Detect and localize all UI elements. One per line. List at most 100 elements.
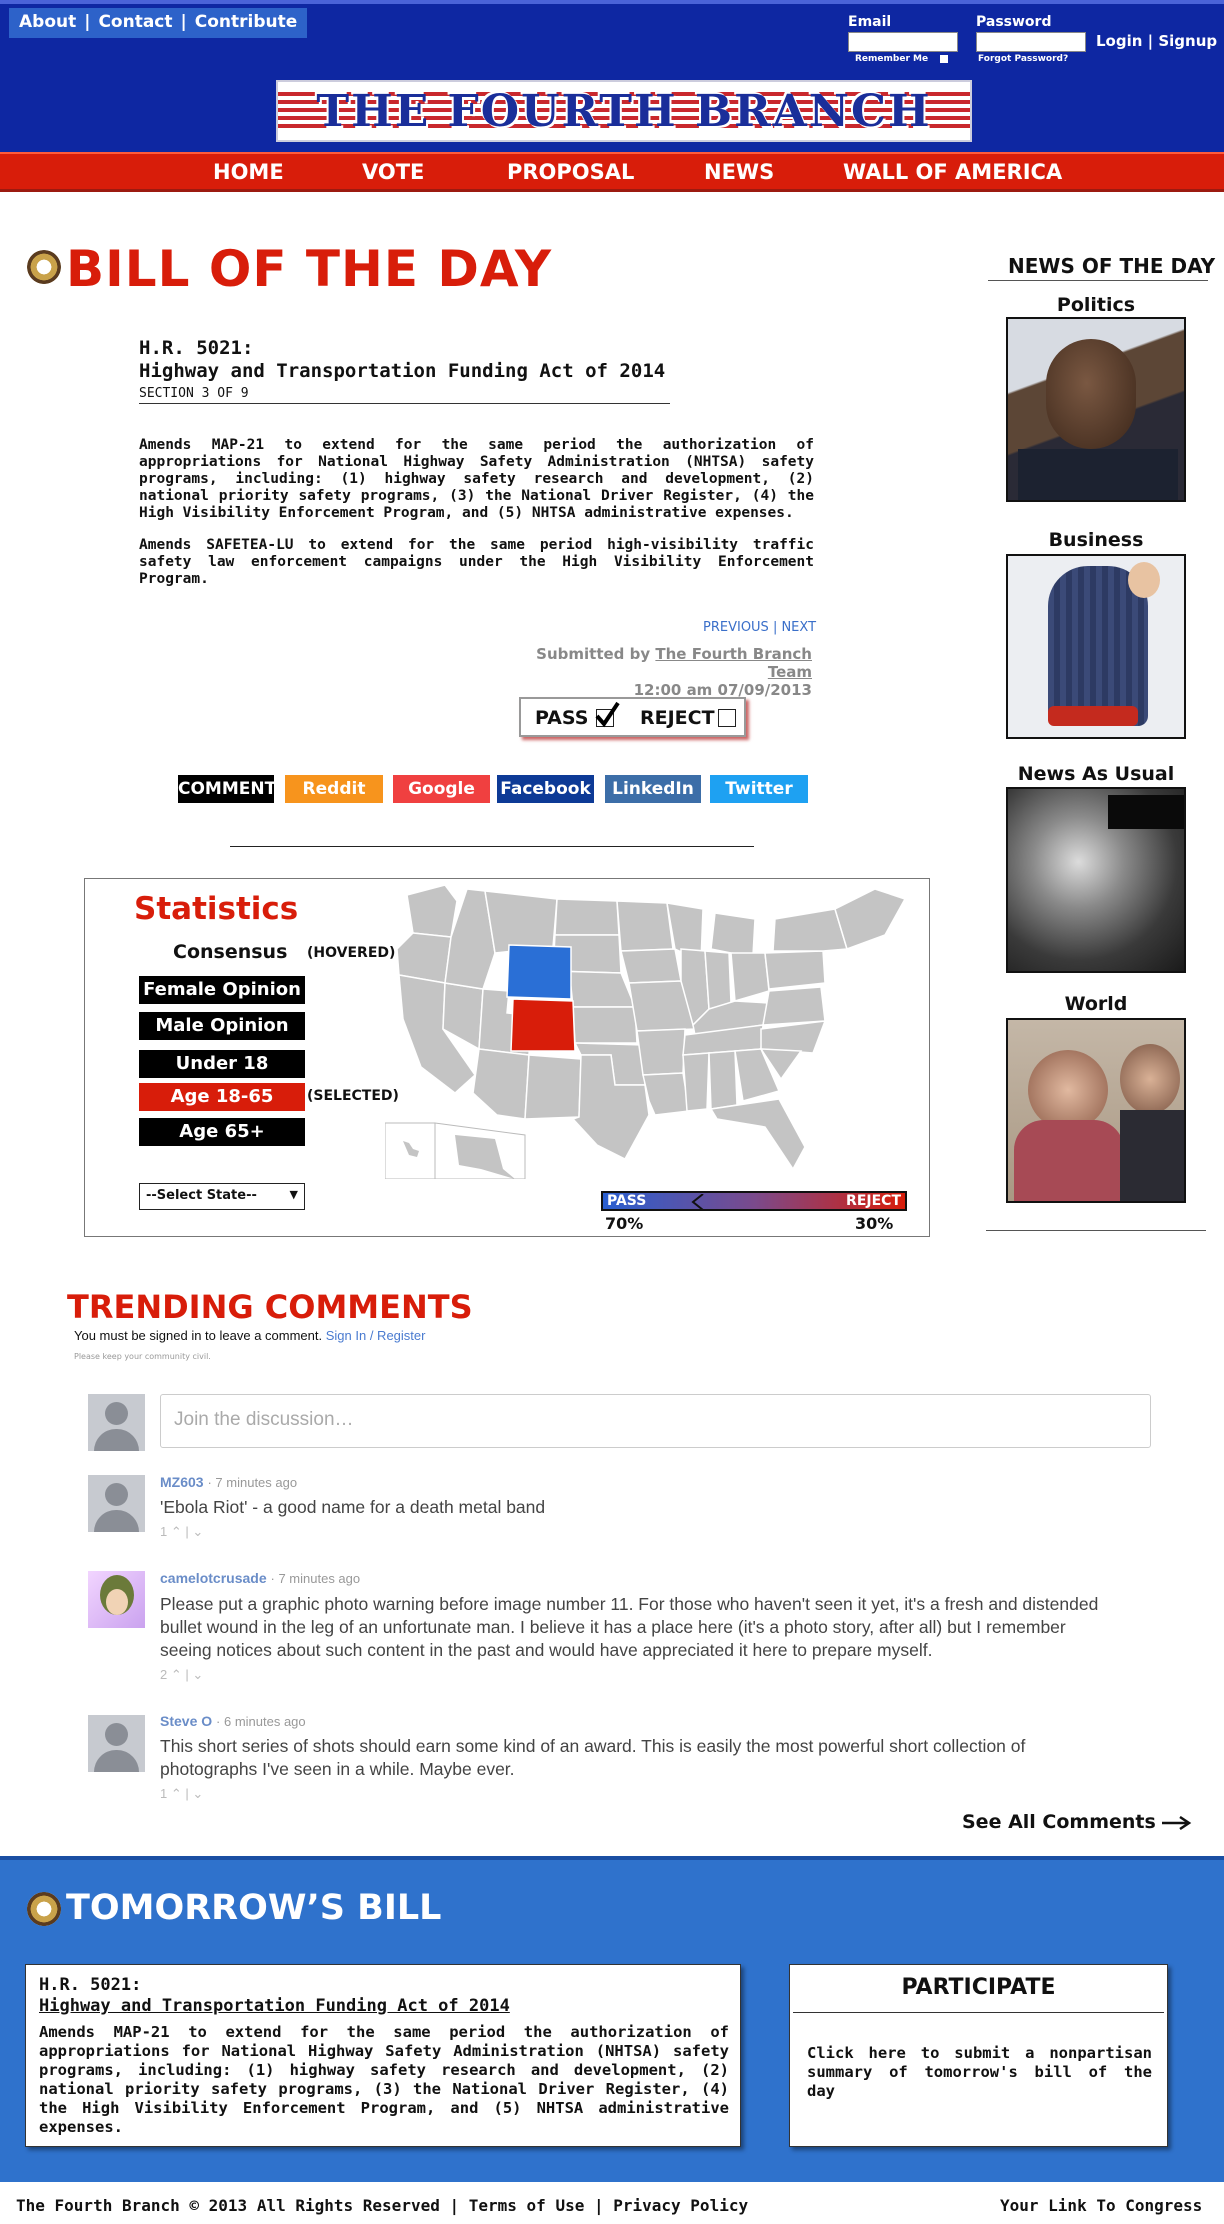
- nav-vote[interactable]: VOTE: [362, 160, 424, 184]
- email-field[interactable]: [848, 32, 958, 52]
- category-business[interactable]: Business: [1006, 529, 1186, 551]
- business-image[interactable]: [1006, 554, 1186, 739]
- login-signup-link[interactable]: Login | Signup: [1096, 32, 1217, 50]
- participate-card[interactable]: PARTICIPATE Click here to submit a nonpa…: [789, 1964, 1168, 2147]
- hovered-tag: (HOVERED): [307, 945, 396, 961]
- age-18-65-button[interactable]: Age 18-65: [139, 1083, 305, 1111]
- comment-user-1[interactable]: MZ603 · 7 minutes ago: [160, 1474, 297, 1490]
- bill-name: Highway and Transportation Funding Act o…: [139, 360, 666, 382]
- comment-button[interactable]: COMMENT: [178, 775, 276, 803]
- photo-face-1: [1028, 1050, 1108, 1130]
- nav-wall-of-america[interactable]: WALL OF AMERICA: [843, 160, 1062, 184]
- news-as-usual-image[interactable]: [1006, 787, 1186, 973]
- map-state-nc: [760, 1020, 827, 1054]
- consensus-option[interactable]: Consensus: [173, 941, 287, 963]
- footer-links[interactable]: The Fourth Branch © 2013 All Rights Rese…: [16, 2196, 748, 2215]
- remember-me-checkbox[interactable]: [940, 55, 948, 63]
- comment-user-2[interactable]: camelotcrusade · 7 minutes ago: [160, 1570, 360, 1586]
- reject-checkbox[interactable]: [718, 709, 736, 727]
- cartoon-head: [1128, 562, 1160, 598]
- password-field[interactable]: [976, 32, 1086, 52]
- world-image[interactable]: [1006, 1018, 1186, 1203]
- remember-me-label: Remember Me: [855, 54, 929, 64]
- pass-label: PASS: [535, 707, 589, 729]
- presidential-seal-icon: [27, 250, 61, 284]
- map-state-new-england: [834, 888, 907, 950]
- vote-box: PASS REJECT: [519, 697, 746, 737]
- participate-text[interactable]: Click here to submit a nonpartisan summa…: [807, 2044, 1152, 2101]
- avatar-face: [106, 1589, 128, 1615]
- category-world[interactable]: World: [1006, 993, 1186, 1015]
- bar-slider-icon[interactable]: [691, 1194, 705, 1210]
- reject-label: REJECT: [640, 707, 715, 729]
- comment-user-3[interactable]: Steve O · 6 minutes ago: [160, 1713, 306, 1729]
- politics-image[interactable]: [1006, 317, 1186, 502]
- linkedin-button[interactable]: LinkedIn: [605, 775, 701, 803]
- presidential-seal-icon-2: [27, 1892, 61, 1926]
- google-button[interactable]: Google: [393, 775, 490, 803]
- news-divider: [988, 280, 1208, 281]
- map-state-fl: [709, 1098, 806, 1171]
- logo-text: THE FOURTH BRANCH: [316, 86, 932, 137]
- category-politics[interactable]: Politics: [1006, 294, 1186, 316]
- submitted-by: Submitted by The Fourth Branch Team 12:0…: [494, 645, 812, 699]
- tomorrow-bill-name[interactable]: Highway and Transportation Funding Act o…: [39, 1996, 510, 2016]
- nav-home[interactable]: HOME: [213, 160, 284, 184]
- trending-comments-heading: TRENDING COMMENTS: [67, 1288, 473, 1326]
- nav-news[interactable]: NEWS: [704, 160, 774, 184]
- comment-votes-1[interactable]: 1 ⌃ | ⌄: [160, 1524, 203, 1540]
- female-opinion-button[interactable]: Female Opinion: [139, 976, 305, 1004]
- comment-avatar-2[interactable]: [88, 1571, 145, 1628]
- reddit-button[interactable]: Reddit: [285, 775, 383, 803]
- your-link-to-congress[interactable]: Your Link To Congress: [1000, 2196, 1202, 2215]
- current-user-avatar: [88, 1394, 145, 1451]
- comment-avatar-1[interactable]: [88, 1475, 145, 1532]
- statistics-panel: Statistics Consensus (HOVERED) Female Op…: [84, 878, 930, 1237]
- signin-notice: You must be signed in to leave a comment…: [74, 1328, 425, 1343]
- under-18-button[interactable]: Under 18: [139, 1050, 305, 1078]
- comment-avatar-3[interactable]: [88, 1715, 145, 1772]
- comment-votes-2[interactable]: 2 ⌃ | ⌄: [160, 1667, 203, 1683]
- twitter-button[interactable]: Twitter: [710, 775, 808, 803]
- contribute-link[interactable]: Contribute: [195, 12, 298, 34]
- about-link[interactable]: About: [19, 12, 76, 34]
- map-state-va: [762, 986, 826, 1026]
- map-state-co-selected[interactable]: [510, 998, 576, 1052]
- map-state-in: [704, 950, 732, 1010]
- us-map[interactable]: [385, 879, 931, 1179]
- age-65-plus-button[interactable]: Age 65+: [139, 1118, 305, 1146]
- bill-section: SECTION 3 OF 9: [139, 386, 670, 404]
- arrow-right-icon: [1162, 1815, 1192, 1830]
- comment-input[interactable]: Join the discussion…: [160, 1394, 1151, 1448]
- signin-link[interactable]: Sign In / Register: [326, 1328, 426, 1343]
- forgot-password-link[interactable]: Forgot Password?: [978, 54, 1068, 64]
- facebook-button[interactable]: Facebook: [497, 775, 594, 803]
- map-state-nm: [524, 1054, 582, 1120]
- portrait-face: [1046, 339, 1136, 449]
- pass-reject-bar: PASS REJECT: [601, 1191, 907, 1211]
- tomorrow-bill-number: H.R. 5021:: [39, 1975, 142, 1995]
- map-state-ny: [772, 908, 848, 952]
- comment-input-placeholder: Join the discussion…: [174, 1409, 354, 1430]
- map-state-ks: [572, 1006, 638, 1044]
- map-state-wa: [406, 884, 458, 938]
- map-state-ia: [620, 948, 682, 984]
- photo-face-2: [1120, 1044, 1180, 1114]
- prev-next-links[interactable]: PREVIOUS | NEXT: [703, 620, 816, 635]
- site-logo[interactable]: THE FOURTH BRANCH: [276, 80, 972, 142]
- state-select[interactable]: --Select State-- ▼: [139, 1183, 305, 1210]
- map-state-pa: [764, 950, 826, 990]
- male-opinion-button[interactable]: Male Opinion: [139, 1012, 305, 1040]
- category-news-as-usual[interactable]: News As Usual: [1006, 763, 1186, 785]
- divider: [230, 846, 754, 847]
- submitted-author-link[interactable]: The Fourth Branch Team: [655, 645, 812, 681]
- comment-votes-3[interactable]: 1 ⌃ | ⌄: [160, 1786, 203, 1802]
- site-header: About | Contact | Contribute Email Remembe…: [0, 0, 1224, 152]
- map-state-wy-hovered[interactable]: [506, 944, 572, 1000]
- contact-link[interactable]: Contact: [98, 12, 172, 34]
- nav-proposal[interactable]: PROPOSAL: [507, 160, 634, 184]
- news-of-the-day-heading: NEWS OF THE DAY: [1008, 254, 1216, 278]
- map-state-ak: [455, 1135, 515, 1179]
- see-all-comments-link[interactable]: See All Comments: [962, 1811, 1192, 1833]
- comment-text-1: 'Ebola Riot' - a good name for a death m…: [160, 1497, 546, 1517]
